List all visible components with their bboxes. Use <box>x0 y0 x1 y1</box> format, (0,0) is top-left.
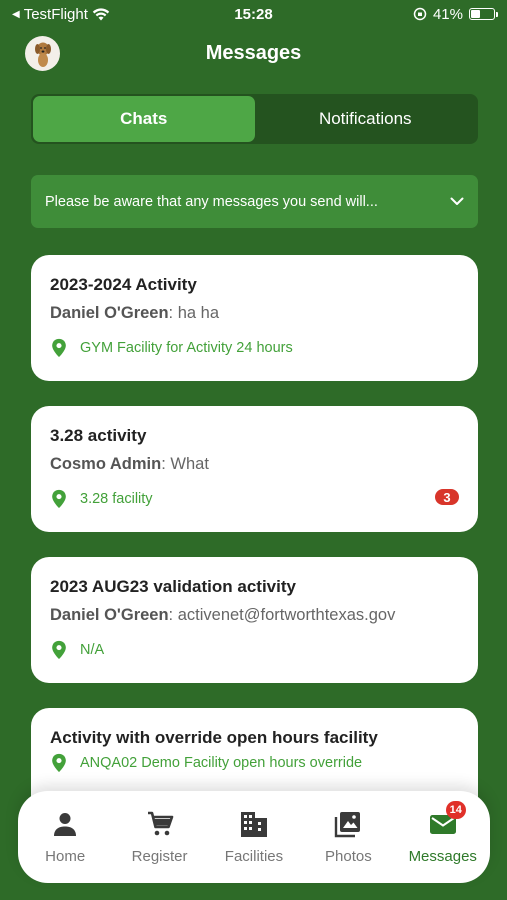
photos-icon <box>335 812 361 838</box>
chat-sender: Daniel O'Green <box>50 304 169 322</box>
unread-badge: 3 <box>435 489 459 505</box>
person-icon <box>54 813 77 836</box>
chat-card[interactable]: 2023-2024 Activity Daniel O'Green: ha ha… <box>31 255 478 381</box>
nav-messages-label: Messages <box>408 848 477 865</box>
back-to-app[interactable]: ◀ TestFlight <box>12 6 182 23</box>
notice-banner[interactable]: Please be aware that any messages you se… <box>31 175 478 228</box>
chat-last-message: Cosmo Admin: What <box>50 455 209 473</box>
nav-facilities-label: Facilities <box>224 848 284 865</box>
chat-last-message: Daniel O'Green: activenet@fortworthtexas… <box>50 606 396 624</box>
battery-icon <box>469 8 498 20</box>
building-icon <box>240 812 267 837</box>
chat-message-text: ha ha <box>177 304 220 322</box>
chat-location-text: ANQA02 Demo Facility open hours override <box>80 755 363 771</box>
chevron-down-icon[interactable] <box>450 197 464 206</box>
notice-text: Please be aware that any messages you se… <box>45 193 378 210</box>
back-app-label: TestFlight <box>23 5 88 23</box>
nav-home[interactable]: Home <box>23 809 107 865</box>
wifi-icon <box>92 7 110 20</box>
chat-title: 2023 AUG23 validation activity <box>50 577 296 596</box>
chat-location-text: N/A <box>80 642 105 658</box>
dog-avatar-icon <box>34 42 51 67</box>
chat-sender: Daniel O'Green <box>50 606 169 624</box>
chat-location: ANQA02 Demo Facility open hours override <box>50 753 459 773</box>
location-pin-icon <box>52 753 66 773</box>
chat-location-text: GYM Facility for Activity 24 hours <box>80 340 293 356</box>
chat-message-text: What <box>170 455 209 473</box>
page-title: Messages <box>205 41 302 64</box>
battery-percent: 41% <box>432 5 463 23</box>
nav-register[interactable]: Register <box>118 809 202 865</box>
nav-messages[interactable]: 14 Messages <box>401 801 485 865</box>
segmented-tabs: Chats Notifications <box>31 94 478 144</box>
avatar[interactable] <box>25 36 60 71</box>
nav-home-label: Home <box>45 848 86 865</box>
chat-title: 3.28 activity <box>50 426 147 445</box>
location-pin-icon <box>52 338 66 358</box>
chat-card[interactable]: 3.28 activity Cosmo Admin: What 3.28 fac… <box>31 406 478 532</box>
back-triangle-icon: ◀ <box>12 8 20 20</box>
chat-location-text: 3.28 facility <box>80 491 153 507</box>
nav-photos-label: Photos <box>325 848 372 865</box>
chat-title: 2023-2024 Activity <box>50 275 197 294</box>
tab-notifications[interactable]: Notifications <box>255 96 477 142</box>
tab-chats[interactable]: Chats <box>33 96 255 142</box>
chat-card[interactable]: 2023 AUG23 validation activity Daniel O'… <box>31 557 478 683</box>
chat-location: GYM Facility for Activity 24 hours <box>50 338 459 358</box>
chat-last-message: Daniel O'Green: ha ha <box>50 304 220 322</box>
messages-badge: 14 <box>445 801 466 819</box>
chat-location: N/A <box>50 640 459 660</box>
nav-facilities[interactable]: Facilities <box>212 809 296 865</box>
status-bar: ◀ TestFlight 15:28 41% <box>0 0 507 28</box>
location-pin-icon <box>52 640 66 660</box>
chat-title: Activity with override open hours facili… <box>50 728 378 747</box>
cart-icon <box>147 811 173 836</box>
chat-location: 3.28 facility 3 <box>50 489 459 509</box>
header: Messages <box>0 30 507 76</box>
bottom-nav: Home Register Facilities Photos 14 Messa… <box>18 791 490 883</box>
orientation-lock-icon <box>413 7 427 21</box>
nav-photos[interactable]: Photos <box>306 809 390 865</box>
location-pin-icon <box>52 489 66 509</box>
nav-register-label: Register <box>131 848 188 865</box>
chat-message-text: activenet@fortworthtexas.gov <box>177 606 396 624</box>
chat-sender: Cosmo Admin <box>50 455 162 473</box>
status-time: 15:28 <box>234 5 273 23</box>
